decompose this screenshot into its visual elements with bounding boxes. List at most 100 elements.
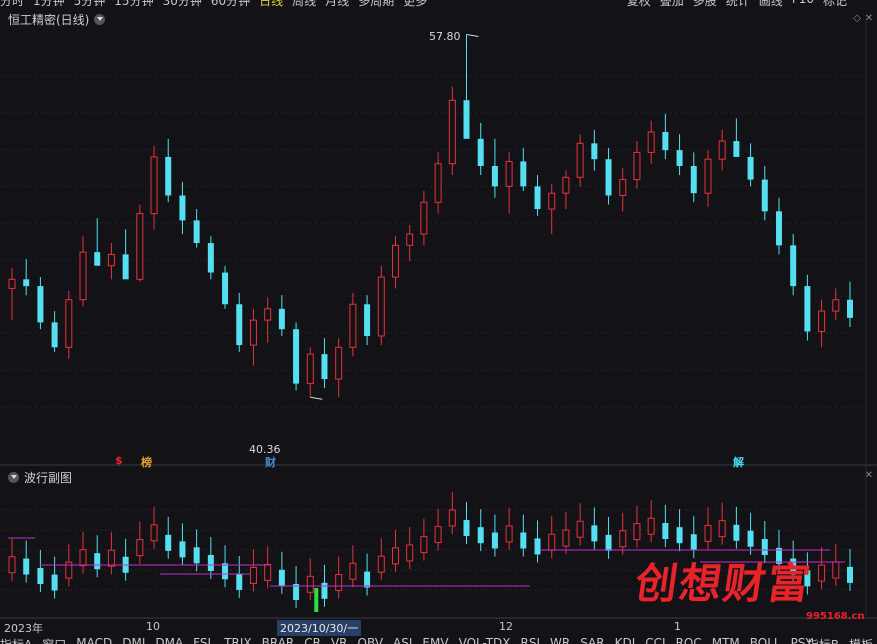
candle-body bbox=[434, 163, 442, 203]
indicator-toolbar: 指标A 窗口 MACD DMI DMA FSL TRIX BRAR CR VR OBV ASI EMV V… bbox=[0, 636, 877, 644]
indicator-tab-2[interactable]: MACD bbox=[76, 636, 112, 644]
osc-bar bbox=[23, 558, 30, 575]
indicator-tab-14[interactable]: RSI bbox=[521, 636, 541, 644]
osc-bar bbox=[377, 555, 385, 573]
osc-bar bbox=[65, 561, 73, 579]
candle-body bbox=[391, 244, 399, 278]
candle-body bbox=[491, 166, 498, 187]
marker-dollar[interactable]: $ bbox=[115, 454, 123, 467]
indicator-tab-21[interactable]: BOLL bbox=[750, 636, 781, 644]
osc-bar bbox=[832, 561, 840, 579]
candle-body bbox=[690, 166, 697, 194]
indicator-tab-12[interactable]: EMV bbox=[422, 636, 448, 644]
x-axis-label: 1 bbox=[674, 620, 681, 633]
cursor-date: 2023/10/30/一 bbox=[277, 620, 362, 636]
signal-bar bbox=[314, 588, 319, 612]
candle-body bbox=[704, 158, 712, 194]
candle-body bbox=[832, 299, 840, 312]
kline-chart[interactable] bbox=[0, 0, 877, 644]
indicator-tab-19[interactable]: ROC bbox=[676, 636, 702, 644]
candle-body bbox=[278, 308, 285, 330]
indicator-tab-3[interactable]: DMI bbox=[122, 636, 145, 644]
osc-bar bbox=[349, 562, 357, 580]
indicator-tab-15[interactable]: WR bbox=[550, 636, 570, 644]
indicator-tab-7[interactable]: BRAR bbox=[262, 636, 295, 644]
candle-body bbox=[790, 245, 797, 287]
indicator-tab-10[interactable]: OBV bbox=[358, 636, 384, 644]
indicator-tab-1[interactable]: 窗口 bbox=[42, 636, 66, 644]
candle-body bbox=[249, 319, 257, 346]
osc-bar bbox=[207, 554, 214, 571]
indicator-tab-13[interactable]: VOL-TDX bbox=[459, 636, 511, 644]
candle-body bbox=[165, 156, 172, 196]
osc-bar bbox=[364, 571, 371, 588]
indicator-tab-11[interactable]: ASI bbox=[393, 636, 412, 644]
osc-bar bbox=[37, 568, 44, 585]
indicator-tab-20[interactable]: MTM bbox=[712, 636, 740, 644]
osc-bar bbox=[576, 520, 584, 538]
candle-body bbox=[534, 186, 541, 210]
candle-body bbox=[718, 140, 726, 160]
candle-body bbox=[576, 142, 584, 178]
x-axis-label: 2023年 bbox=[4, 622, 43, 635]
candle-body bbox=[562, 176, 570, 194]
candle-body bbox=[647, 131, 655, 153]
indicator-tab-4[interactable]: DMA bbox=[155, 636, 183, 644]
osc-bar bbox=[193, 547, 200, 564]
osc-bar bbox=[718, 520, 726, 538]
indicator-tab-5[interactable]: FSL bbox=[193, 636, 214, 644]
candle-body bbox=[818, 310, 826, 332]
osc-bar bbox=[505, 525, 513, 543]
candle-body bbox=[79, 251, 87, 301]
osc-bar bbox=[662, 523, 669, 540]
osc-bar bbox=[676, 527, 683, 544]
marker-list[interactable]: 榜 bbox=[141, 454, 152, 470]
osc-bar bbox=[236, 573, 243, 590]
candle-body bbox=[23, 279, 30, 287]
candle-body bbox=[37, 286, 44, 323]
osc-bar bbox=[548, 533, 556, 551]
indicator-tab-17[interactable]: KDJ bbox=[615, 636, 636, 644]
indicator-tab-0[interactable]: 指标A bbox=[0, 636, 32, 644]
osc-bar bbox=[605, 534, 612, 551]
candle-body bbox=[8, 278, 16, 289]
indicator-tab-18[interactable]: CCI bbox=[645, 636, 665, 644]
candle-body bbox=[321, 354, 328, 380]
indicator-tab-16[interactable]: SAR bbox=[580, 636, 604, 644]
marker-unlock[interactable]: 解 bbox=[733, 454, 744, 470]
candle-body bbox=[420, 201, 428, 235]
osc-bar bbox=[534, 538, 541, 555]
candle-body bbox=[633, 151, 641, 181]
osc-bar bbox=[619, 530, 627, 548]
indicator-b-tab-0[interactable]: 指标B bbox=[807, 636, 839, 644]
indicator-b-tab-1[interactable]: 模板 bbox=[849, 636, 873, 644]
indicator-tab-8[interactable]: CR bbox=[304, 636, 321, 644]
osc-bar bbox=[520, 532, 527, 549]
osc-bar bbox=[818, 564, 826, 582]
candle-body bbox=[51, 322, 58, 348]
osc-bar bbox=[306, 575, 314, 593]
osc-bar bbox=[8, 556, 16, 574]
osc-bar bbox=[51, 574, 58, 591]
osc-bar bbox=[136, 539, 144, 557]
candle-body bbox=[477, 138, 484, 166]
candle-body bbox=[236, 304, 243, 346]
marker-finance[interactable]: 财 bbox=[265, 454, 276, 470]
osc-bar bbox=[107, 549, 115, 567]
candle-body bbox=[293, 329, 300, 384]
candle-body bbox=[662, 132, 669, 151]
indicator-tab-6[interactable]: TRIX bbox=[224, 636, 251, 644]
osc-bar bbox=[647, 517, 655, 535]
candle-body bbox=[122, 254, 129, 280]
indicator-tab-9[interactable]: VR bbox=[331, 636, 348, 644]
osc-bar bbox=[278, 569, 285, 586]
candle-body bbox=[207, 243, 214, 273]
osc-bar bbox=[448, 509, 456, 527]
osc-bar bbox=[321, 582, 328, 599]
candle-body bbox=[406, 233, 414, 246]
osc-bar bbox=[335, 574, 343, 592]
osc-bar bbox=[704, 524, 712, 542]
osc-bar bbox=[847, 566, 853, 583]
candle-body bbox=[747, 156, 754, 180]
high-pointer bbox=[466, 34, 479, 38]
